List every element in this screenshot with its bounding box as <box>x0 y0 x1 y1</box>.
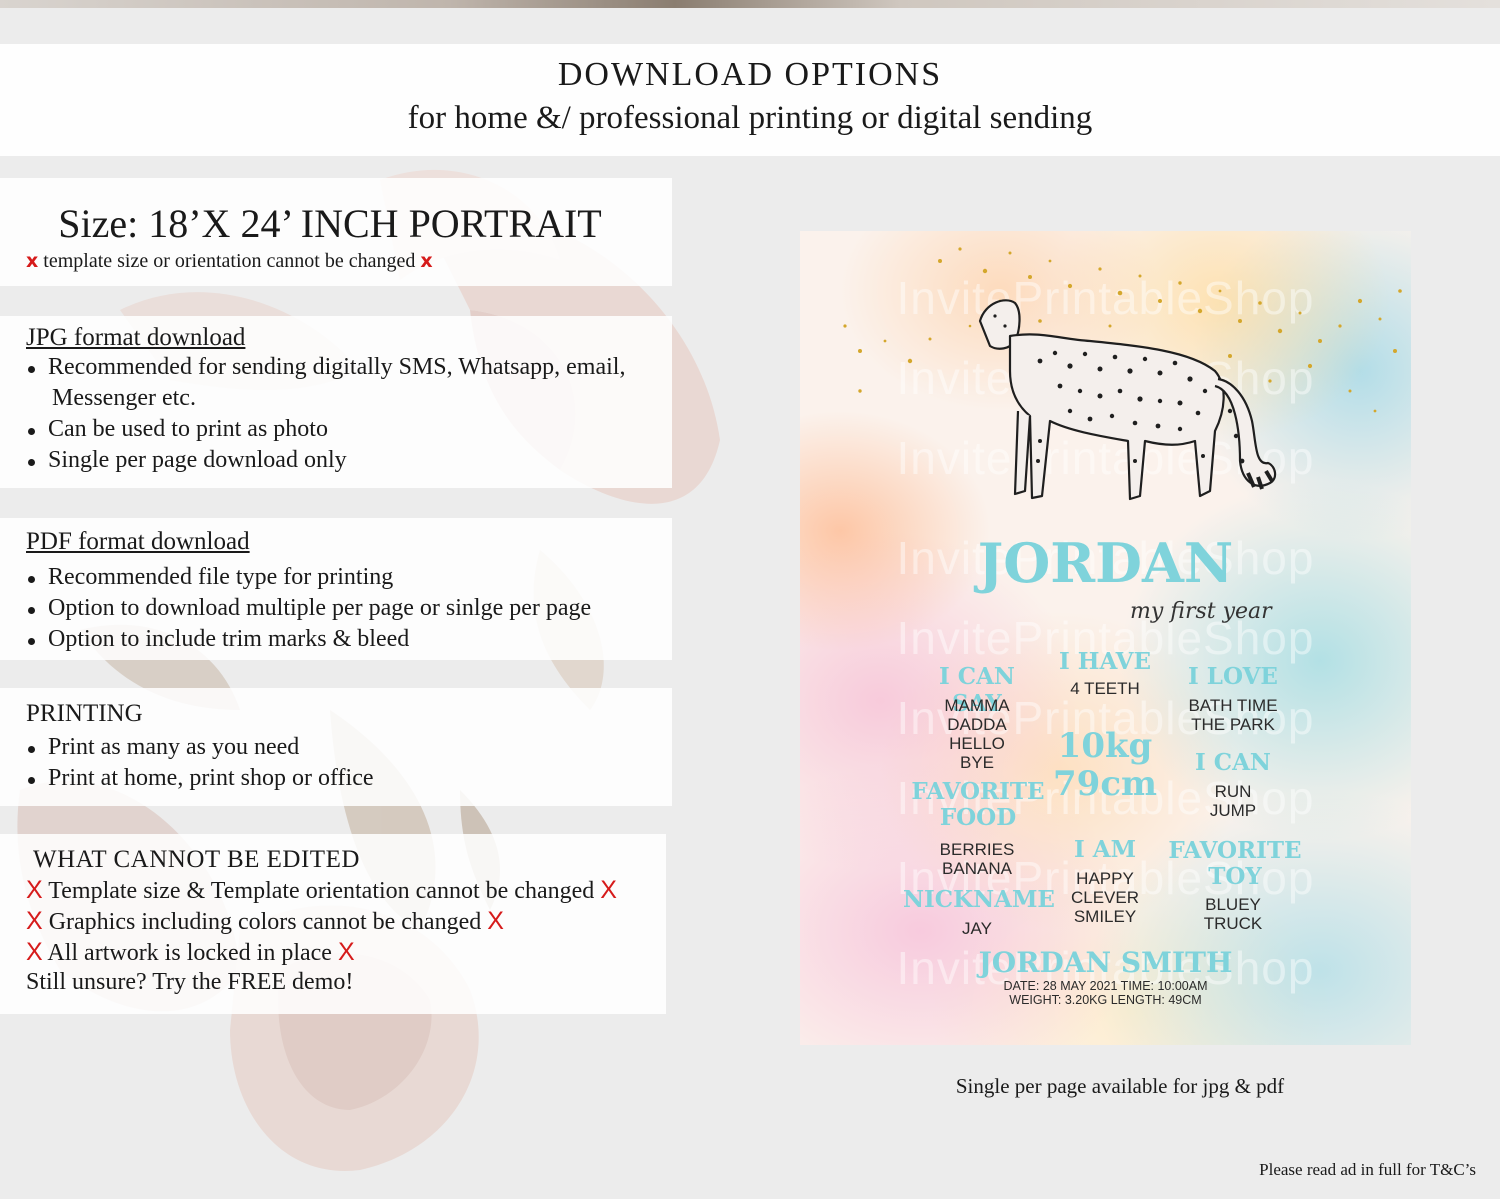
cross-mark-icon: X <box>26 938 43 966</box>
list-item: Print at home, print shop or office <box>26 763 374 794</box>
cross-mark-icon: x <box>420 250 433 272</box>
poster-caption: Single per page available for jpg & pdf <box>955 1074 1285 1098</box>
list-item: Recommended for sending digitally SMS, W… <box>26 352 625 414</box>
download-options-subtitle: for home &/ professional printing or dig… <box>407 100 1093 136</box>
i-have-values: 4 TEETH <box>1070 679 1140 698</box>
poster-tagline: my first year <box>1130 599 1272 624</box>
i-am-values: HAPPY CLEVER SMILEY <box>1070 869 1140 926</box>
header-banner: DOWNLOAD OPTIONS for home &/ professiona… <box>0 44 1500 156</box>
size-panel: Size: 18’X 24’ INCH PORTRAIT x template … <box>0 178 672 286</box>
poster-preview: InvitePrintableShop InvitePrintableShop … <box>800 231 1411 1045</box>
i-love-label: I LOVE <box>1188 663 1278 690</box>
nickname-label: NICKNAME <box>903 886 1055 913</box>
size-note-text: template size or orientation cannot be c… <box>43 250 416 272</box>
nickname-values: JAY <box>962 919 992 938</box>
list-item: Print as many as you need <box>26 732 374 763</box>
printing-list: Print as many as you need Print at home,… <box>26 732 374 794</box>
birth-details: DATE: 28 MAY 2021 TIME: 10:00AM WEIGHT: 3… <box>1003 979 1208 1007</box>
i-have-label: I HAVE <box>1058 648 1152 675</box>
list-item: Option to download multiple per page or … <box>26 593 591 624</box>
cannot-edit-line: X Graphics including colors cannot be ch… <box>26 907 504 935</box>
pdf-format-list: Recommended file type for printing Optio… <box>26 562 591 655</box>
size-title: Size: 18’X 24’ INCH PORTRAIT <box>58 201 602 246</box>
jpg-format-panel: JPG format download Recommended for send… <box>0 316 672 488</box>
printing-title: PRINTING <box>26 700 143 727</box>
list-item: Single per page download only <box>26 445 625 476</box>
list-item: Can be used to print as photo <box>26 414 625 445</box>
cannot-edit-panel: WHAT CANNOT BE EDITED X Template size & … <box>0 834 666 1014</box>
cross-mark-icon: X <box>600 876 617 904</box>
background-flower-illustration <box>17 169 720 1171</box>
printing-panel: PRINTING Print as many as you need Print… <box>0 688 672 806</box>
favorite-toy-values: BLUEY TRUCK <box>1203 895 1263 933</box>
terms-note: Please read ad in full for T&C’s <box>1259 1160 1476 1179</box>
cross-mark-icon: X <box>26 907 43 935</box>
favorite-food-label: FAVORITE FOOD <box>911 778 1045 831</box>
favorite-food-values: BERRIES BANANA <box>939 840 1015 878</box>
top-image-strip <box>0 0 1500 8</box>
cheetah-illustration <box>978 299 1277 501</box>
list-item: Recommended file type for printing <box>26 562 591 593</box>
list-item: Option to include trim marks & bleed <box>26 624 591 655</box>
favorite-toy-label: FAVORITE TOY <box>1168 837 1302 890</box>
i-am-label: I AM <box>1073 836 1137 863</box>
jpg-format-title: JPG format download <box>26 324 246 351</box>
pdf-format-title: PDF format download <box>26 528 250 555</box>
pdf-format-panel: PDF format download Recommended file typ… <box>0 518 672 660</box>
cannot-edit-title: WHAT CANNOT BE EDITED <box>33 846 360 873</box>
free-demo-note: Still unsure? Try the FREE demo! <box>26 969 354 995</box>
download-options-title: DOWNLOAD OPTIONS <box>557 56 943 93</box>
cross-mark-icon: X <box>487 907 504 935</box>
size-note: x template size or orientation cannot be… <box>26 250 433 273</box>
height-value: 79cm <box>1053 764 1157 804</box>
i-love-values: BATH TIME THE PARK <box>1188 696 1278 734</box>
cannot-edit-line: X All artwork is locked in place X <box>26 938 355 966</box>
i-can-say-values: MAMMA DADDA HELLO BYE <box>944 696 1010 772</box>
i-can-values: RUN JUMP <box>1209 782 1257 820</box>
cross-mark-icon: X <box>337 938 355 966</box>
jpg-format-list: Recommended for sending digitally SMS, W… <box>26 352 625 476</box>
weight-value: 10kg <box>1057 726 1153 766</box>
cross-mark-icon: X <box>26 876 43 904</box>
i-can-label: I CAN <box>1195 749 1271 776</box>
cross-mark-icon: x <box>26 250 39 272</box>
poster-full-name: JORDAN SMITH <box>978 946 1233 979</box>
cannot-edit-line: X Template size & Template orientation c… <box>26 876 617 904</box>
poster-name: JORDAN <box>977 531 1234 595</box>
